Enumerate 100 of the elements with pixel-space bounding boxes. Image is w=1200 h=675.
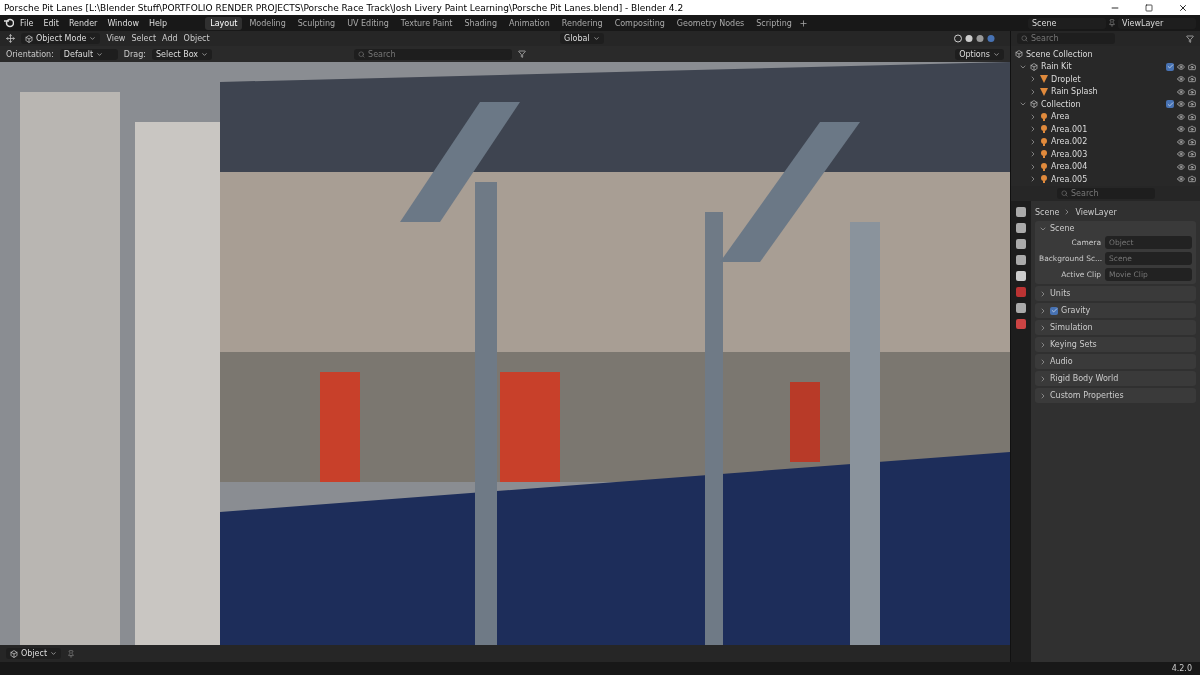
filter-icon[interactable] [1186, 34, 1194, 43]
light-icon [1040, 137, 1048, 146]
logo-icon[interactable] [4, 18, 14, 28]
add-workspace-icon[interactable] [798, 18, 808, 28]
checkbox[interactable] [1166, 62, 1174, 71]
eye-icon [1177, 75, 1185, 84]
breadcrumb-item[interactable]: ViewLayer [1075, 207, 1117, 217]
drag-label: Drag: [123, 49, 146, 59]
orientation-dropdown[interactable]: Default [59, 48, 118, 60]
search-field[interactable]: Search [1057, 188, 1155, 199]
eye-icon [1177, 100, 1185, 109]
workspace-tab[interactable]: Texture Paint [395, 16, 458, 30]
options-dropdown[interactable]: Options [955, 48, 1004, 60]
view-layer-selector[interactable]: ViewLayer [1118, 17, 1196, 29]
camera-icon [1188, 75, 1196, 84]
eye-icon [1177, 137, 1185, 146]
menu-item[interactable]: Select [131, 34, 157, 43]
menu-item[interactable]: Add [162, 34, 178, 43]
tree-item[interactable]: Area [1051, 112, 1174, 122]
camera-icon [1188, 87, 1196, 96]
menu-item[interactable]: File [16, 18, 38, 28]
menu-item[interactable]: Render [64, 18, 102, 28]
camera-icon [1188, 137, 1196, 146]
mode-dropdown[interactable]: Object Mode [21, 33, 101, 44]
tree-item[interactable]: Droplet [1051, 74, 1174, 84]
workspace-tab[interactable]: Animation [504, 16, 555, 30]
panel-header[interactable]: Rigid Body World [1050, 374, 1119, 383]
caret-icon [50, 650, 58, 657]
checkbox[interactable] [1166, 100, 1174, 109]
search-icon [1021, 35, 1028, 42]
menu-item[interactable]: Help [144, 18, 172, 28]
maximize-icon[interactable] [1145, 3, 1153, 12]
workspace-tab[interactable]: UV Editing [342, 16, 394, 30]
tree-item[interactable]: Collection [1041, 99, 1163, 109]
checkbox[interactable] [1050, 306, 1058, 315]
camera-icon [1188, 162, 1196, 171]
panel-header[interactable]: Simulation [1050, 323, 1093, 332]
eye-icon [1177, 125, 1185, 134]
search-icon [1061, 190, 1068, 197]
eye-icon [1177, 87, 1185, 96]
collection-icon [1030, 100, 1038, 109]
tree-item[interactable]: Area.005 [1051, 174, 1174, 184]
scene-selector[interactable]: Scene [1028, 17, 1106, 29]
tree-item[interactable]: Scene Collection [1026, 49, 1196, 59]
camera-icon [1188, 150, 1196, 159]
light-icon [1040, 150, 1048, 159]
tree-item[interactable]: Rain Kit [1041, 62, 1163, 72]
tree-item[interactable]: Area.004 [1051, 162, 1174, 172]
pin-icon[interactable] [67, 649, 76, 658]
eye-icon [1177, 162, 1185, 171]
eye-icon [1177, 175, 1185, 184]
workspace-tab[interactable]: Modeling [244, 16, 291, 30]
search-icon [358, 50, 366, 58]
menu-item[interactable]: Object [183, 34, 210, 43]
workspace-tab[interactable]: Scripting [751, 16, 797, 30]
workspace-tab[interactable]: Sculpting [292, 16, 341, 30]
workspace-tab[interactable]: Compositing [609, 16, 670, 30]
tree-item[interactable]: Area.003 [1051, 149, 1174, 159]
panel-header[interactable]: Custom Properties [1050, 391, 1124, 400]
camera-icon [1188, 112, 1196, 121]
panel-header[interactable]: Gravity [1061, 306, 1091, 315]
menu-item[interactable]: Window [103, 18, 143, 28]
panel-header[interactable]: Audio [1050, 357, 1073, 366]
caret-icon [592, 35, 600, 42]
menu-item[interactable]: View [106, 34, 126, 43]
camera-icon [1188, 62, 1196, 71]
tree-item[interactable]: Area.002 [1051, 137, 1174, 147]
workspace-tab[interactable]: Geometry Nodes [671, 16, 750, 30]
drag-dropdown[interactable]: Select Box [152, 48, 213, 60]
panel-header[interactable]: Keying Sets [1050, 340, 1097, 349]
editor-type-icon[interactable] [6, 34, 15, 43]
workspace-tab[interactable]: Rendering [556, 16, 608, 30]
cube-icon [25, 34, 33, 43]
tree-item[interactable]: Rain Splash [1051, 87, 1174, 97]
timeline-mode-dropdown[interactable]: Object [6, 648, 62, 659]
version-label: 4.2.0 [1171, 664, 1192, 673]
cube-icon [10, 649, 18, 658]
eye-icon [1177, 150, 1185, 159]
filter-icon[interactable] [518, 50, 527, 58]
camera-icon [1188, 125, 1196, 134]
orientation-label: Orientation: [6, 49, 54, 59]
collection-icon [1030, 62, 1038, 71]
collection-icon [1015, 50, 1023, 59]
panel-header[interactable]: Units [1050, 289, 1071, 298]
tree-item[interactable]: Area.001 [1051, 124, 1174, 134]
breadcrumb-item[interactable]: Scene [1035, 207, 1060, 217]
workspace-tab[interactable]: Shading [459, 16, 502, 30]
light-icon [1040, 175, 1048, 184]
caret-icon [993, 50, 1000, 58]
search-field[interactable]: Search [354, 48, 513, 60]
light-icon [1040, 162, 1048, 171]
search-field[interactable]: Search [1017, 33, 1115, 44]
panel-header[interactable]: Scene [1050, 224, 1075, 233]
close-icon[interactable] [1178, 2, 1188, 13]
caret-icon [201, 50, 209, 58]
workspace-tab[interactable]: Layout [205, 16, 243, 30]
camera-icon [1188, 175, 1196, 184]
transform-dropdown[interactable]: Global [560, 33, 604, 44]
pin-icon[interactable] [1108, 19, 1116, 27]
menu-item[interactable]: Edit [39, 18, 63, 28]
